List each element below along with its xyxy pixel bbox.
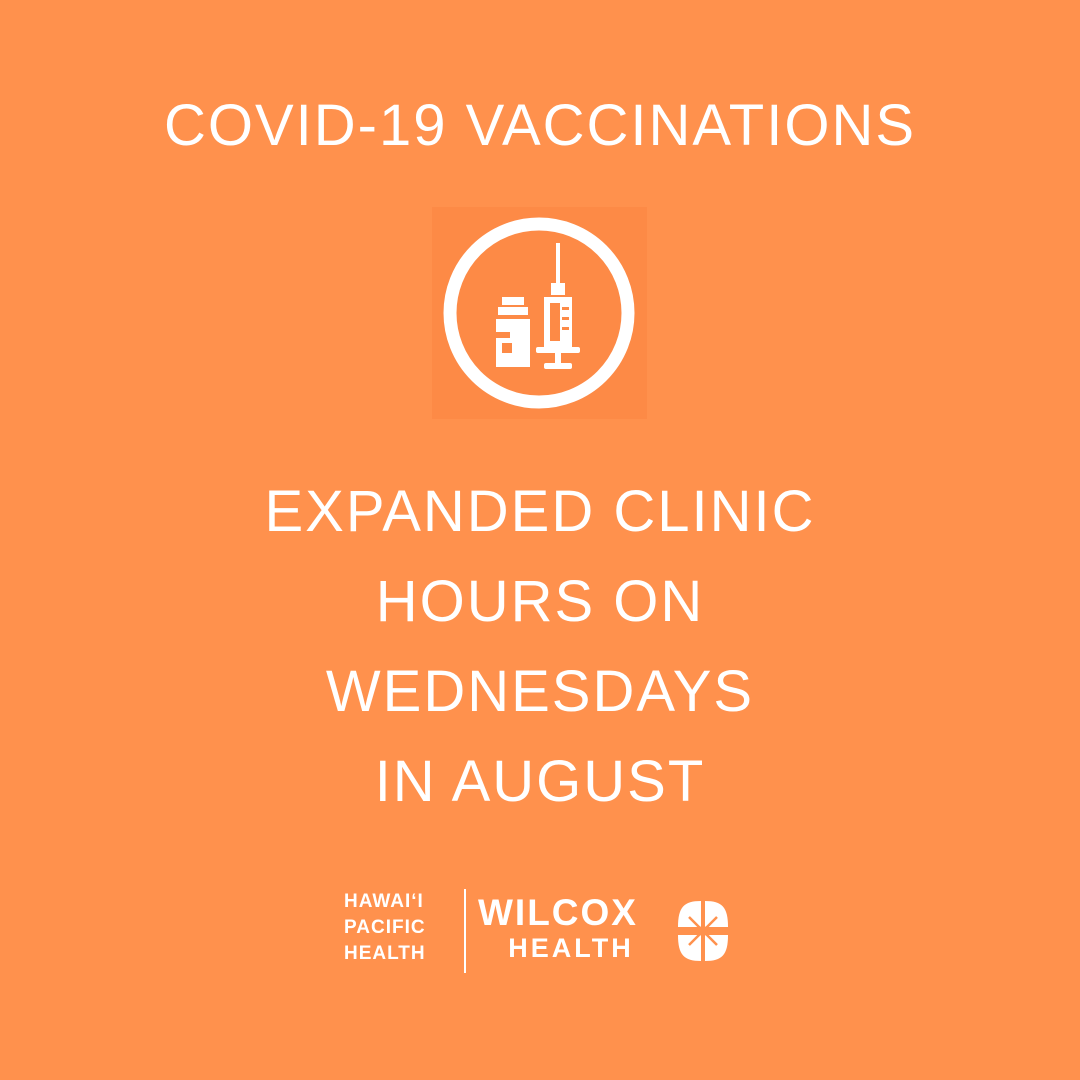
announcement-line: WEDNESDAYS [325, 659, 755, 724]
logo-brand-sub: HEALTH [508, 933, 634, 963]
vaccine-icon-tile [432, 207, 647, 419]
announcement-line: IN AUGUST [374, 749, 706, 814]
logo-divider [464, 889, 466, 973]
hawaii-pacific-health-wilcox-logo: HAWAIʻI PACIFIC HEALTH WILCOX HEALTH [340, 885, 740, 975]
wilcox-flower-mark-icon [674, 897, 732, 965]
logo-line: HEALTH [344, 943, 426, 964]
announcement-line: EXPANDED CLINIC [264, 479, 816, 544]
announcement-line: HOURS ON [375, 569, 705, 634]
announcement-text: EXPANDED CLINIC HOURS ON WEDNESDAYS IN A… [0, 467, 1080, 827]
poster: COVID-19 VACCINATIONS EXPANDED CLINIC HO… [0, 0, 1080, 1080]
logo-line: HAWAIʻI [344, 891, 424, 912]
logo-line: PACIFIC [344, 917, 426, 938]
hawaii-pacific-health-wordmark: HAWAIʻI PACIFIC HEALTH [344, 889, 456, 967]
headline: COVID-19 VACCINATIONS [163, 93, 917, 158]
logo-brand: WILCOX [478, 892, 638, 933]
vaccine-vial-syringe-icon [443, 217, 635, 409]
wilcox-health-wordmark: WILCOX HEALTH [478, 892, 678, 964]
